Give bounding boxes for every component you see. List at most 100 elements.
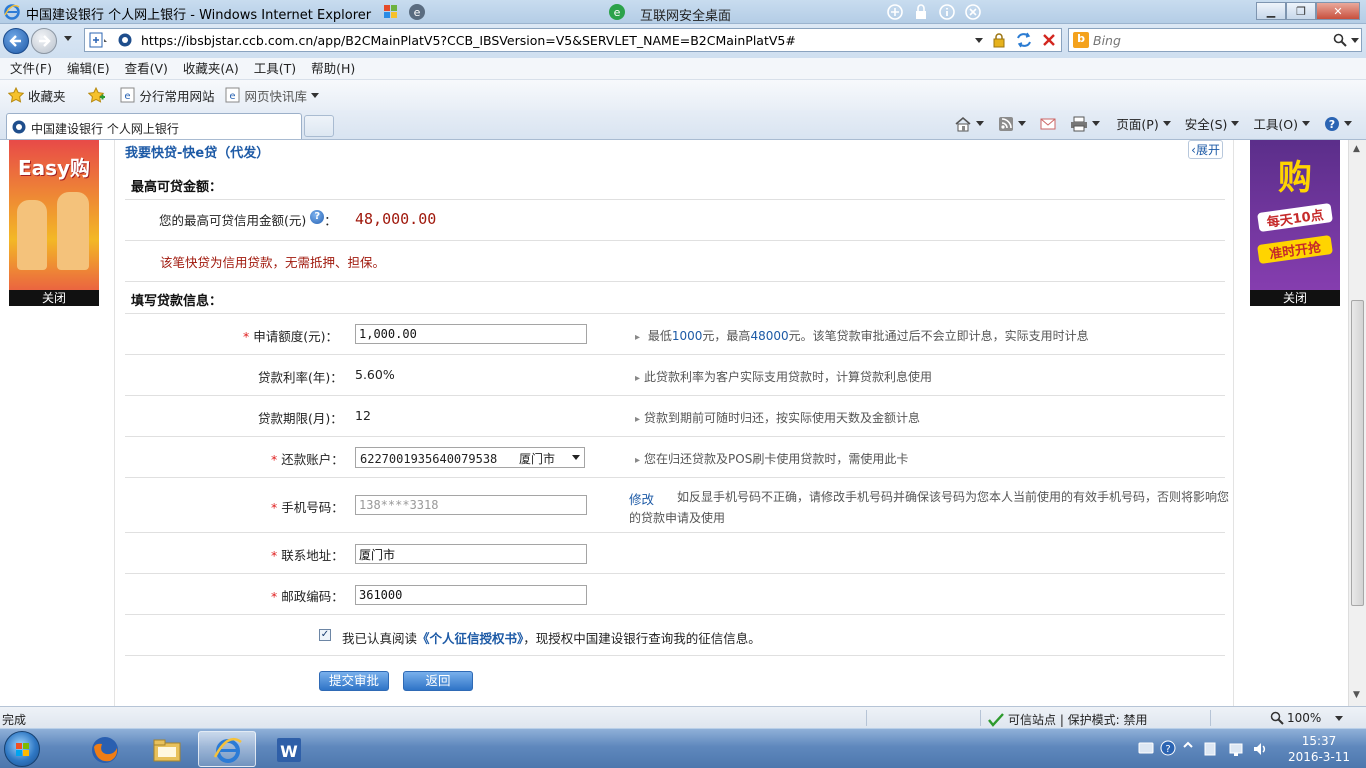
help-icon: ? <box>1325 116 1339 131</box>
minimize-button[interactable]: ▁ <box>1256 2 1286 20</box>
page-scrollbar[interactable]: ▲ ▼ <box>1348 140 1366 706</box>
scrollbar-thumb[interactable] <box>1351 300 1364 606</box>
page-menu[interactable]: 页面(P) <box>1116 114 1171 133</box>
command-bar: 页面(P) 安全(S) 工具(O) ? <box>950 114 1352 133</box>
required-mark: * <box>243 329 250 344</box>
keyboard-icon[interactable] <box>1138 741 1154 755</box>
favorites-button[interactable]: 收藏夹 <box>8 86 66 105</box>
divider <box>125 655 1225 656</box>
read-mail-button[interactable] <box>1040 117 1056 131</box>
ad-right-banner[interactable]: 购 每天10点 准时开抢 关闭 <box>1250 140 1340 306</box>
ad-right-close-button[interactable]: 关闭 <box>1250 290 1340 306</box>
tab-ccb[interactable]: 中国建设银行 个人网上银行 <box>6 113 302 139</box>
volume-icon[interactable] <box>1252 741 1268 757</box>
ad-right-line2: 准时开抢 <box>1257 234 1333 265</box>
feeds-button[interactable] <box>998 116 1027 132</box>
clock-date: 2016-3-11 <box>1287 750 1351 764</box>
loan-term-hint: 贷款到期前可随时归还，按实际使用天数及金额计息 <box>635 409 920 426</box>
submit-button[interactable]: 提交审批 <box>319 671 389 691</box>
svg-text:e: e <box>124 91 130 102</box>
required-mark: * <box>271 548 278 563</box>
contact-address-label-text: 联系地址： <box>281 548 344 563</box>
start-button[interactable] <box>4 731 40 767</box>
max-amount-value: 48,000.00 <box>355 210 437 228</box>
fav-link-branch-sites[interactable]: e 分行常用网站 <box>120 86 215 105</box>
system-clock[interactable]: 15:37 2016-3-11 <box>1284 733 1354 765</box>
stop-icon[interactable] <box>1041 32 1057 48</box>
help-button[interactable]: ? <box>1324 116 1352 132</box>
agree-checkbox[interactable]: ✓ <box>319 629 331 641</box>
tools-menu[interactable]: 工具(O) <box>1253 114 1310 133</box>
agree-text-pre: 我已认真阅读 <box>342 631 418 646</box>
add-favorite-button[interactable] <box>87 87 110 103</box>
back-button[interactable] <box>3 28 29 54</box>
refresh-icon[interactable] <box>1015 32 1033 48</box>
padlock-icon[interactable] <box>991 32 1007 48</box>
account-city: 厦门市 <box>518 452 555 466</box>
contact-address-input[interactable] <box>355 544 587 564</box>
printer-icon <box>1071 116 1088 131</box>
menu-favorites[interactable]: 收藏夹(A) <box>183 58 239 79</box>
scroll-up-icon[interactable]: ▲ <box>1353 144 1360 154</box>
favorites-bar: 收藏夹 e 分行常用网站 e 网页快讯库 <box>0 80 1366 110</box>
lock-icon[interactable] <box>912 3 930 21</box>
new-tab-button[interactable] <box>304 115 334 137</box>
fav-link-webslice-gallery[interactable]: e 网页快讯库 <box>225 86 320 105</box>
url-input[interactable]: https://ibsbjstar.ccb.com.cn/app/B2CMain… <box>84 28 1062 52</box>
menu-edit[interactable]: 编辑(E) <box>67 58 110 79</box>
forward-button[interactable] <box>31 28 57 54</box>
menu-help[interactable]: 帮助(H) <box>311 58 355 79</box>
search-input[interactable] <box>1093 31 1323 49</box>
add-icon[interactable] <box>886 3 904 21</box>
compat-view-icon[interactable] <box>89 32 109 48</box>
search-icon[interactable] <box>1333 33 1347 47</box>
info-icon[interactable]: ? <box>310 210 325 224</box>
search-options-dropdown[interactable] <box>1351 38 1359 43</box>
add-favorite-icon <box>87 87 105 103</box>
home-button[interactable] <box>954 116 985 132</box>
zoom-level[interactable]: 100% <box>1270 711 1344 725</box>
close-circle-icon[interactable] <box>964 3 982 21</box>
print-button[interactable] <box>1070 116 1101 132</box>
ad-left-banner[interactable]: Easy购 关闭 <box>9 140 99 306</box>
scroll-down-icon[interactable]: ▼ <box>1353 690 1360 700</box>
chevron-down-icon <box>572 455 580 460</box>
network-icon[interactable] <box>1228 741 1244 757</box>
ie-page-icon: e <box>225 87 240 103</box>
expand-button[interactable]: ‹展开 <box>1188 140 1223 159</box>
apply-amount-input[interactable] <box>355 324 587 344</box>
back-button[interactable]: 返回 <box>403 671 473 691</box>
chevron-down-icon <box>1335 715 1344 721</box>
info-icon[interactable] <box>938 3 956 21</box>
taskbar-ie[interactable] <box>198 731 256 767</box>
credit-authorization-link[interactable]: 《个人征信授权书》 <box>417 631 523 646</box>
menu-view[interactable]: 查看(V) <box>125 58 168 79</box>
close-window-button[interactable]: ✕ <box>1316 2 1360 20</box>
divider <box>125 573 1225 574</box>
security-zone[interactable]: 可信站点 | 保护模式: 禁用 <box>988 711 1148 728</box>
recent-pages-dropdown[interactable] <box>64 36 72 41</box>
menu-tools[interactable]: 工具(T) <box>254 58 296 79</box>
usb-device-icon[interactable] <box>1202 741 1218 757</box>
ad-left-close-button[interactable]: 关闭 <box>9 290 99 306</box>
restore-button[interactable]: ❐ <box>1286 2 1316 20</box>
taskbar-firefox[interactable] <box>76 731 134 767</box>
taskbar-explorer[interactable] <box>138 731 196 767</box>
postcode-input[interactable] <box>355 585 587 605</box>
max-amount-label-text: 您的最高可贷信用金额(元) <box>159 213 307 228</box>
url-dropdown[interactable] <box>975 37 983 43</box>
hint-text: 元，最高 <box>702 329 751 343</box>
firefox-icon <box>92 737 118 763</box>
mobile-input[interactable] <box>355 495 587 515</box>
taskbar-word[interactable]: W <box>260 731 318 767</box>
menu-file[interactable]: 文件(F) <box>10 58 52 79</box>
repay-account-select[interactable]: 6227001935640079538 厦门市 <box>355 447 585 468</box>
security-shield-icon[interactable]: e <box>408 3 426 21</box>
show-hidden-icons[interactable] <box>1182 739 1194 755</box>
safety-menu[interactable]: 安全(S) <box>1185 114 1240 133</box>
search-box[interactable]: b <box>1068 28 1362 52</box>
help-icon[interactable]: ? <box>1160 740 1176 756</box>
required-mark: * <box>271 500 278 515</box>
divider <box>125 240 1225 241</box>
mobile-hint: 如反显手机号码不正确，请修改手机号码并确保该号码为您本人当前使用的有效手机号码，… <box>629 490 1230 525</box>
